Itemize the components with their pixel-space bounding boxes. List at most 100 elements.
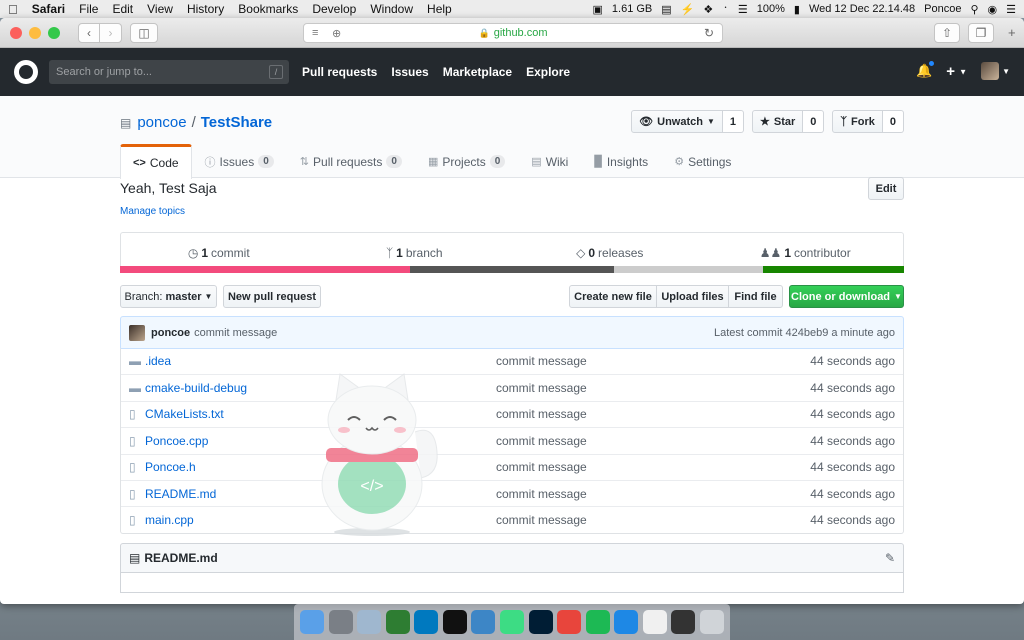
tab-settings[interactable]: ⚙ Settings — [661, 144, 744, 178]
menu-file[interactable]: File — [79, 2, 98, 16]
close-window-button[interactable] — [10, 26, 22, 39]
battery-icon[interactable]: ▮ — [794, 3, 800, 16]
fork-count[interactable]: 0 — [882, 110, 904, 133]
sublime-icon[interactable] — [385, 610, 410, 634]
search-input[interactable]: Search or jump to... / — [49, 60, 289, 84]
photoshop-icon[interactable] — [528, 610, 553, 634]
watch-count[interactable]: 1 — [722, 110, 745, 133]
nav-marketplace[interactable]: Marketplace — [443, 65, 512, 79]
notification-center-icon[interactable]: ☰ — [1006, 3, 1016, 16]
android-studio-icon[interactable] — [499, 610, 524, 634]
tab-wiki[interactable]: ▤ Wiki — [518, 144, 581, 178]
branch-select-button[interactable]: Branch: master ▼ — [120, 285, 217, 308]
commit-author-link[interactable]: poncoe — [151, 327, 190, 339]
file-commit-message-link[interactable]: commit message — [496, 460, 587, 474]
spotify-icon[interactable] — [585, 610, 610, 634]
github-logo-icon[interactable] — [14, 60, 38, 84]
minimize-window-button[interactable] — [29, 26, 41, 39]
memory-readout[interactable]: 1.61 GB — [612, 3, 652, 15]
file-commit-message-link[interactable]: commit message — [496, 513, 587, 527]
virtualbox-icon[interactable] — [357, 610, 382, 634]
flash-icon[interactable]: ⚡ — [681, 3, 695, 16]
xcode-icon[interactable] — [471, 610, 496, 634]
menu-history[interactable]: History — [187, 2, 224, 16]
repo-name-link[interactable]: TestShare — [201, 114, 272, 131]
file-row[interactable]: ▯ README.md commit message 44 seconds ago — [121, 479, 903, 506]
latest-commit-info[interactable]: Latest commit 424beb9 a minute ago — [714, 327, 895, 339]
menu-help[interactable]: Help — [427, 2, 452, 16]
tab-code[interactable]: <> Code — [120, 144, 192, 179]
trash-icon[interactable] — [699, 610, 724, 634]
star-button[interactable]: ★ Star — [752, 110, 804, 133]
watch-button[interactable]: 👁 Unwatch ▼ — [631, 110, 723, 133]
commit-message-link[interactable]: commit message — [194, 327, 277, 339]
nav-issues[interactable]: Issues — [391, 65, 428, 79]
file-row[interactable]: ▬ cmake-build-debug commit message 44 secon… — [121, 374, 903, 400]
repo-owner-link[interactable]: poncoe — [137, 114, 186, 131]
language-bar[interactable] — [120, 266, 904, 273]
file-row[interactable]: ▯ Poncoe.h commit message 44 seconds ago — [121, 453, 903, 480]
back-button[interactable]: ‹ — [78, 22, 100, 43]
file-commit-message-link[interactable]: commit message — [496, 434, 587, 448]
spotlight-icon[interactable]: ⚲ — [970, 3, 978, 16]
file-commit-message-link[interactable]: commit message — [496, 381, 587, 395]
menu-window[interactable]: Window — [370, 2, 413, 16]
git-icon[interactable] — [642, 610, 667, 634]
sidebar-toggle-button[interactable]: ◫ — [130, 22, 158, 43]
edit-description-button[interactable]: Edit — [868, 177, 904, 200]
user-menu[interactable]: ▼ — [981, 62, 1010, 80]
share-button[interactable]: ⇧ — [934, 23, 960, 43]
reload-icon[interactable]: ↻ — [704, 26, 714, 40]
file-commit-message-link[interactable]: commit message — [496, 354, 587, 368]
address-bar[interactable]: ≡ ⊕ 🔒 github.com ↻ — [303, 23, 723, 43]
battery-percent[interactable]: 100% — [757, 3, 785, 15]
file-row[interactable]: ▬ .idea commit message 44 seconds ago — [121, 348, 903, 374]
fork-button[interactable]: ᛉ Fork — [832, 110, 883, 133]
menu-bookmarks[interactable]: Bookmarks — [238, 2, 298, 16]
trello-icon[interactable] — [414, 610, 439, 634]
tab-insights[interactable]: ▉ Insights — [581, 144, 661, 178]
menu-view[interactable]: View — [147, 2, 173, 16]
star-count[interactable]: 0 — [803, 110, 825, 133]
bluetooth-icon[interactable]: ᛫ — [722, 3, 729, 15]
file-name-link[interactable]: .idea — [145, 354, 496, 368]
add-icon[interactable]: ⊕ — [332, 27, 341, 40]
zoom-window-button[interactable] — [48, 26, 60, 39]
terminal-icon[interactable] — [671, 610, 696, 634]
nav-pull-requests[interactable]: Pull requests — [302, 65, 377, 79]
new-tab-icon[interactable]: + — [1008, 25, 1016, 40]
launchpad-icon[interactable] — [328, 610, 353, 634]
manage-topics-link[interactable]: Manage topics — [120, 206, 185, 217]
user-name[interactable]: Poncoe — [924, 3, 961, 15]
dropbox-icon[interactable]: ❖ — [703, 3, 713, 16]
apple-icon[interactable]:  — [8, 2, 18, 17]
chrome-icon[interactable] — [557, 610, 582, 634]
upload-files-button[interactable]: Upload files — [656, 285, 729, 308]
reader-icon[interactable]: ≡ — [312, 27, 318, 39]
menu-app-name[interactable]: Safari — [32, 2, 65, 16]
wifi-icon[interactable]: ☰ — [738, 3, 748, 16]
create-new-menu[interactable]: + ▼ — [946, 63, 967, 80]
clock[interactable]: Wed 12 Dec 22.14.48 — [809, 3, 915, 15]
tab-pull-requests[interactable]: ⇅ Pull requests 0 — [287, 144, 415, 178]
file-commit-message-link[interactable]: commit message — [496, 407, 587, 421]
drive-icon[interactable]: ▤ — [661, 3, 671, 16]
finder-icon[interactable] — [300, 610, 325, 634]
nav-explore[interactable]: Explore — [526, 65, 570, 79]
file-row[interactable]: ▯ CMakeLists.txt commit message 44 seconds … — [121, 400, 903, 427]
memory-icon[interactable]: ▣ — [593, 3, 603, 16]
clion-icon[interactable] — [442, 610, 467, 634]
safari-icon[interactable] — [614, 610, 639, 634]
forward-button[interactable]: › — [100, 22, 122, 43]
menu-edit[interactable]: Edit — [112, 2, 133, 16]
file-commit-message-link[interactable]: commit message — [496, 487, 587, 501]
clone-download-button[interactable]: Clone or download ▼ — [789, 285, 904, 308]
menu-develop[interactable]: Develop — [312, 2, 356, 16]
file-row[interactable]: ▯ main.cpp commit message 44 seconds ago — [121, 506, 903, 532]
tab-issues[interactable]: ⓘ Issues 0 — [192, 144, 287, 178]
create-new-file-button[interactable]: Create new file — [569, 285, 657, 308]
bell-icon[interactable]: 🔔 — [916, 60, 936, 79]
siri-icon[interactable]: ◉ — [988, 3, 998, 16]
pencil-icon[interactable]: ✎ — [885, 551, 895, 565]
file-row[interactable]: ▯ Poncoe.cpp commit message 44 seconds ago — [121, 427, 903, 453]
